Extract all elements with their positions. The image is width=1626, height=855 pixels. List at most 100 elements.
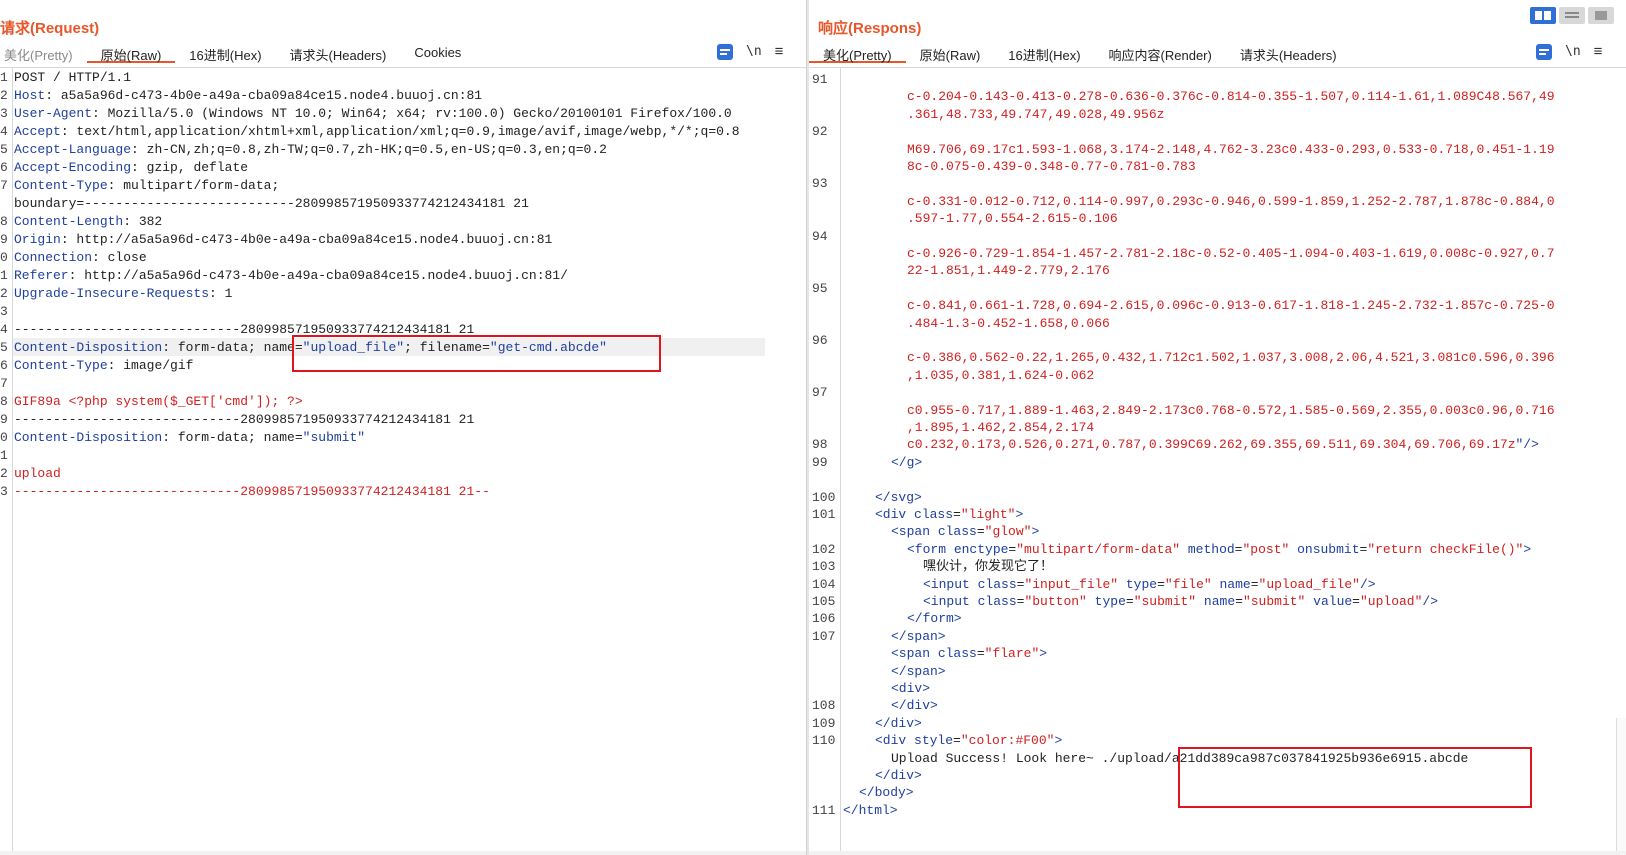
code-token: name: [1196, 594, 1236, 609]
response-line: </div>: [891, 697, 938, 715]
body-text: -----------------------------28099857195…: [14, 412, 475, 427]
split-vertical-icon[interactable]: [1559, 7, 1585, 24]
tab-pretty[interactable]: 美化(Pretty): [0, 41, 87, 63]
tab-raw[interactable]: 原始(Raw): [906, 41, 995, 63]
header-separator: :: [45, 88, 61, 103]
code-token: >: [1054, 733, 1063, 749]
header-name: Upgrade-Insecure-Requests: [14, 286, 210, 301]
line-number: 7: [0, 178, 8, 193]
tab-raw[interactable]: 原始(Raw): [86, 41, 176, 63]
code-token: "submit": [1242, 594, 1306, 609]
tab-hex[interactable]: 16进制(Hex): [175, 41, 275, 63]
line-number: 2: [0, 286, 8, 301]
tab-render[interactable]: 响应内容(Render): [1095, 41, 1226, 63]
header-value: image/gif: [123, 358, 194, 373]
line-number: 108: [812, 698, 836, 714]
line-number: 91: [812, 72, 828, 87]
code-token: .361,48.733,49.747,49.028,49.956z: [907, 106, 1165, 122]
line-number: 9: [0, 232, 8, 247]
header-name: Content-Disposition: [14, 430, 163, 445]
body-text: -----------------------------28099857195…: [14, 484, 490, 499]
line-number: 1: [0, 268, 8, 283]
request-line: Accept-Encoding: gzip, deflate: [14, 159, 248, 177]
value-token: "submit": [302, 430, 366, 445]
wrap-icon[interactable]: [1536, 43, 1552, 60]
code-token: ,1.035,0.381,1.624-0.062: [907, 367, 1095, 383]
code-token: class: [937, 646, 977, 662]
request-editor[interactable]: 1 2 3 4 5 6 7 8 9 0 1 2 3 4 5 6 7 8 9 0 1 2 3 POST / HTTP/1.1 H…: [0, 68, 806, 855]
request-line: Connection: close: [14, 249, 147, 267]
code-token: type: [1086, 594, 1126, 609]
response-scrollbar[interactable]: [1616, 718, 1626, 855]
line-number: 6: [0, 358, 8, 373]
line-number: 107: [812, 628, 836, 644]
newline-icon[interactable]: \n: [746, 44, 762, 59]
request-line: User-Agent: Mozilla/5.0 (Windows NT 10.0…: [14, 105, 732, 123]
request-line: Content-Disposition: form-data; name="su…: [14, 429, 365, 447]
code-token: "light": [960, 507, 1016, 522]
header-value: form-data; name=: [177, 340, 303, 355]
wrap-icon[interactable]: [717, 43, 733, 60]
single-panel-icon[interactable]: [1588, 7, 1614, 24]
newline-icon[interactable]: \n: [1565, 44, 1581, 59]
line-number: 8: [0, 394, 8, 409]
response-hscroll[interactable]: [809, 851, 1626, 855]
request-line: Accept-Language: zh-CN,zh;q=0.8,zh-TW;q=…: [14, 141, 607, 159]
tab-hex[interactable]: 16进制(Hex): [994, 41, 1094, 63]
tab-pretty[interactable]: 美化(Pretty): [809, 41, 906, 63]
body-text: POST / HTTP/1.1: [14, 70, 132, 85]
header-value: 1: [224, 286, 233, 301]
header-name: Accept-Encoding: [14, 160, 132, 175]
request-line: -----------------------------28099857195…: [14, 411, 474, 429]
line-number: 93: [812, 176, 828, 192]
response-line: </form>: [907, 610, 962, 628]
tab-cookies[interactable]: Cookies: [400, 41, 475, 63]
header-separator: :: [162, 430, 178, 445]
split-horizontal-icon[interactable]: [1530, 7, 1556, 24]
code-token: onsubmit: [1289, 541, 1360, 557]
response-line: .484-1.3-0.452-1.658,0.066: [907, 315, 1110, 333]
header-separator: :: [209, 286, 225, 301]
tab-headers[interactable]: 请求头(Headers): [1226, 41, 1351, 63]
code-token: style: [914, 733, 954, 749]
code-token: <div: [875, 733, 915, 749]
code-token: <div: [875, 507, 915, 522]
header-name: Content-Disposition: [14, 340, 163, 355]
line-number: 98: [812, 437, 828, 453]
response-line: 8c-0.075-0.439-0.348-0.77-0.781-0.783: [907, 158, 1196, 176]
line-number: 4: [0, 124, 8, 139]
response-line: ,1.895,1.462,2.854,2.174: [907, 419, 1094, 437]
header-separator: :: [92, 250, 108, 265]
code-token: </svg>: [875, 489, 922, 505]
code-token: >: [1523, 541, 1532, 557]
response-line: M69.706,69.17c1.593-1.068,3.174-2.148,4.…: [907, 141, 1555, 159]
code-token: >: [1039, 646, 1048, 662]
response-tabs: 美化(Pretty) 原始(Raw) 16进制(Hex) 响应内容(Render…: [809, 41, 1351, 67]
code-token: =: [976, 646, 985, 662]
header-separator: :: [92, 106, 108, 121]
response-line: .361,48.733,49.747,49.028,49.956z: [907, 106, 1164, 124]
line-number: 92: [812, 124, 828, 140]
header-value: text/html,application/xhtml+xml,applicat…: [76, 124, 740, 139]
code-token: M69.706,69.17c1.593-1.068,3.174-2.148,4.…: [907, 141, 1555, 157]
code-token: .484-1.3-0.452-1.658,0.066: [907, 315, 1110, 331]
request-line: Host: a5a5a96d-c473-4b0e-a49a-cba09a84ce…: [14, 87, 482, 105]
request-pane: 请求(Request) 美化(Pretty) 原始(Raw) 16进制(Hex)…: [0, 0, 806, 855]
line-number: 106: [812, 611, 836, 627]
menu-icon[interactable]: ≡: [775, 43, 784, 60]
menu-icon[interactable]: ≡: [1594, 43, 1603, 60]
tab-headers[interactable]: 请求头(Headers): [276, 41, 401, 63]
code-token: "return checkFile()": [1367, 541, 1524, 557]
line-number: 97: [812, 385, 828, 401]
response-line: <div>: [891, 680, 930, 698]
response-editor[interactable]: 91 92 93 94 95 96 97 98 99 100 101 102 103 104 105 106 1…: [809, 68, 1626, 855]
line-number: 3: [0, 106, 8, 121]
code-token: enctype: [953, 541, 1009, 557]
header-separator: :: [60, 124, 77, 139]
body-text: boundary=---------------------------2809…: [14, 196, 529, 211]
body-text: upload: [14, 466, 61, 481]
code-token: "multipart/form-data": [1016, 541, 1181, 557]
request-hscroll[interactable]: [0, 851, 806, 855]
response-line: c-0.841,0.661-1.728,0.694-2.615,0.096c-0…: [907, 297, 1555, 315]
code-token: />: [1422, 594, 1439, 609]
